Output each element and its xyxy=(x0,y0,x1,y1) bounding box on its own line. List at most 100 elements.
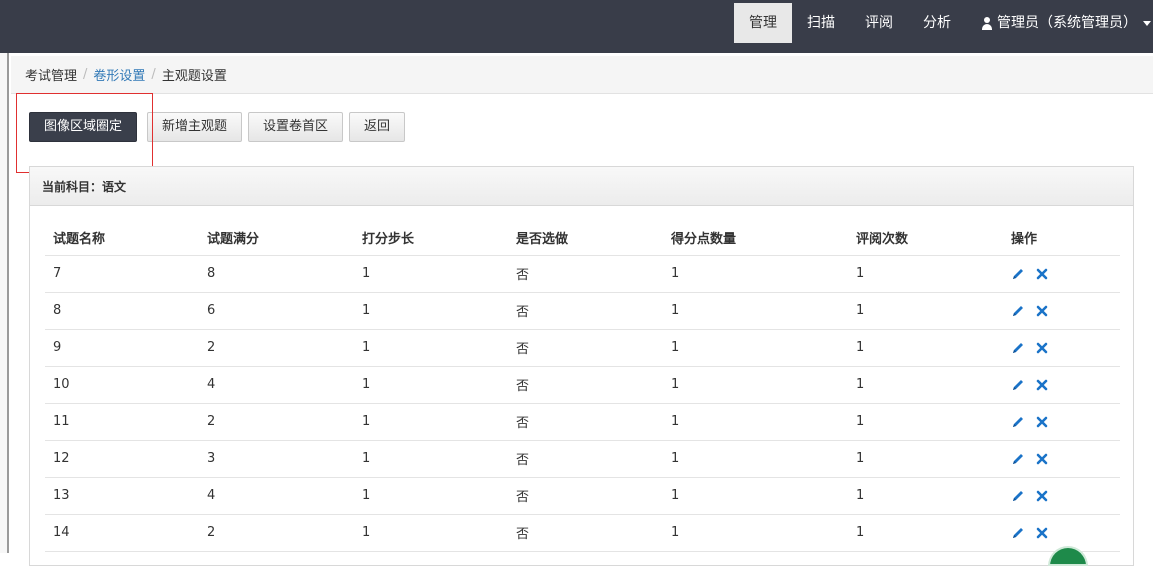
cell-optional: 否 xyxy=(508,329,663,367)
cell-full-score: 8 xyxy=(199,255,354,293)
cell-name: 8 xyxy=(45,292,199,330)
nav-item-manage[interactable]: 管理 xyxy=(734,3,792,43)
cell-score-points: 1 xyxy=(663,440,848,478)
cell-optional: 否 xyxy=(508,514,663,552)
breadcrumb-item-paper-setup[interactable]: 卷形设置 xyxy=(93,65,145,84)
cell-actions xyxy=(1003,477,1120,515)
cell-review-times: 1 xyxy=(848,292,1003,330)
cell-optional: 否 xyxy=(508,403,663,441)
subjective-table: 试题名称 试题满分 打分步长 是否选做 得分点数量 评阅次数 操作 781否11… xyxy=(45,221,1120,552)
col-header-step: 打分步长 xyxy=(354,221,508,256)
edit-icon[interactable] xyxy=(1011,489,1025,503)
cell-name: 10 xyxy=(45,366,199,404)
col-header-actions: 操作 xyxy=(1003,221,1120,256)
cell-actions xyxy=(1003,440,1120,478)
cell-actions xyxy=(1003,366,1120,404)
table-header-row: 试题名称 试题满分 打分步长 是否选做 得分点数量 评阅次数 操作 xyxy=(45,221,1120,256)
row-actions xyxy=(1011,489,1120,503)
cell-review-times: 1 xyxy=(848,477,1003,515)
col-header-full-score: 试题满分 xyxy=(199,221,354,256)
cell-review-times: 1 xyxy=(848,403,1003,441)
cell-actions xyxy=(1003,403,1120,441)
cell-step: 1 xyxy=(354,403,508,441)
col-header-score-points: 得分点数量 xyxy=(663,221,848,256)
set-header-area-button[interactable]: 设置卷首区 xyxy=(248,112,344,142)
user-menu[interactable]: 管理员（系统管理员） xyxy=(966,3,1153,43)
delete-icon[interactable] xyxy=(1035,452,1049,466)
cell-name: 7 xyxy=(45,255,199,293)
cell-score-points: 1 xyxy=(663,292,848,330)
cell-score-points: 1 xyxy=(663,366,848,404)
table-row: 861否11 xyxy=(45,292,1120,330)
top-bar: 管理 扫描 评阅 分析 管理员（系统管理员） xyxy=(0,0,1153,53)
cell-review-times: 1 xyxy=(848,329,1003,367)
top-nav: 管理 扫描 评阅 分析 管理员（系统管理员） xyxy=(734,3,1153,43)
breadcrumb-item-exam-manage[interactable]: 考试管理 xyxy=(25,65,77,84)
table-row: 921否11 xyxy=(45,329,1120,367)
edit-icon[interactable] xyxy=(1011,378,1025,392)
cell-name: 11 xyxy=(45,403,199,441)
cell-full-score: 4 xyxy=(199,477,354,515)
back-button[interactable]: 返回 xyxy=(349,112,406,142)
breadcrumb-separator: / xyxy=(151,67,156,82)
user-icon xyxy=(981,16,993,30)
row-actions xyxy=(1011,267,1120,281)
caret-down-icon xyxy=(1143,20,1151,26)
cell-name: 9 xyxy=(45,329,199,367)
edit-icon[interactable] xyxy=(1011,415,1025,429)
table-row: 781否11 xyxy=(45,255,1120,293)
table-row: 14 2 1 否 1 1 xyxy=(45,514,1120,552)
delete-icon[interactable] xyxy=(1035,267,1049,281)
table-row: 10 4 1 否 1 1 xyxy=(45,366,1120,404)
cell-step: 1 xyxy=(354,329,508,367)
row-actions xyxy=(1011,526,1120,540)
cell-step: 1 xyxy=(354,292,508,330)
breadcrumb-separator: / xyxy=(83,67,88,82)
cell-review-times: 1 xyxy=(848,366,1003,404)
cell-actions xyxy=(1003,329,1120,367)
delete-icon[interactable] xyxy=(1035,526,1049,540)
panel-title: 当前科目：语文 xyxy=(30,167,1133,206)
delete-icon[interactable] xyxy=(1035,415,1049,429)
nav-item-analysis[interactable]: 分析 xyxy=(908,3,966,43)
delete-icon[interactable] xyxy=(1035,378,1049,392)
toolbar: 图像区域圈定 新增主观题 设置卷首区 返回 xyxy=(29,112,406,142)
cell-step: 1 xyxy=(354,255,508,293)
cell-review-times: 1 xyxy=(848,514,1003,552)
cell-review-times: 1 xyxy=(848,255,1003,293)
cell-optional: 否 xyxy=(508,477,663,515)
delete-icon[interactable] xyxy=(1035,489,1049,503)
edit-icon[interactable] xyxy=(1011,526,1025,540)
row-actions xyxy=(1011,378,1120,392)
col-header-optional: 是否选做 xyxy=(508,221,663,256)
nav-item-scan[interactable]: 扫描 xyxy=(792,3,850,43)
cell-actions xyxy=(1003,255,1120,293)
cell-optional: 否 xyxy=(508,440,663,478)
subjective-panel: 当前科目：语文 试题名称 试题满分 打分步长 是否选做 得分点数量 评阅次数 操… xyxy=(29,166,1134,566)
image-region-button[interactable]: 图像区域圈定 xyxy=(29,112,138,142)
cell-step: 1 xyxy=(354,366,508,404)
cell-optional: 否 xyxy=(508,366,663,404)
cell-step: 1 xyxy=(354,440,508,478)
edit-icon[interactable] xyxy=(1011,452,1025,466)
table-row: 11 2 1 否 1 1 xyxy=(45,403,1120,441)
row-actions xyxy=(1011,452,1120,466)
cell-full-score: 2 xyxy=(199,403,354,441)
col-header-name: 试题名称 xyxy=(45,221,199,256)
edit-icon[interactable] xyxy=(1011,267,1025,281)
edit-icon[interactable] xyxy=(1011,304,1025,318)
delete-icon[interactable] xyxy=(1035,304,1049,318)
cell-name: 14 xyxy=(45,514,199,552)
edit-icon[interactable] xyxy=(1011,341,1025,355)
cell-actions xyxy=(1003,292,1120,330)
cell-score-points: 1 xyxy=(663,403,848,441)
delete-icon[interactable] xyxy=(1035,341,1049,355)
row-actions xyxy=(1011,415,1120,429)
user-name: 管理员（系统管理员） xyxy=(997,15,1137,31)
table-row: 12 3 1 否 1 1 xyxy=(45,440,1120,478)
cell-name: 13 xyxy=(45,477,199,515)
nav-item-review[interactable]: 评阅 xyxy=(850,3,908,43)
col-header-review-times: 评阅次数 xyxy=(848,221,1003,256)
add-subjective-button[interactable]: 新增主观题 xyxy=(147,112,243,142)
cell-score-points: 1 xyxy=(663,329,848,367)
